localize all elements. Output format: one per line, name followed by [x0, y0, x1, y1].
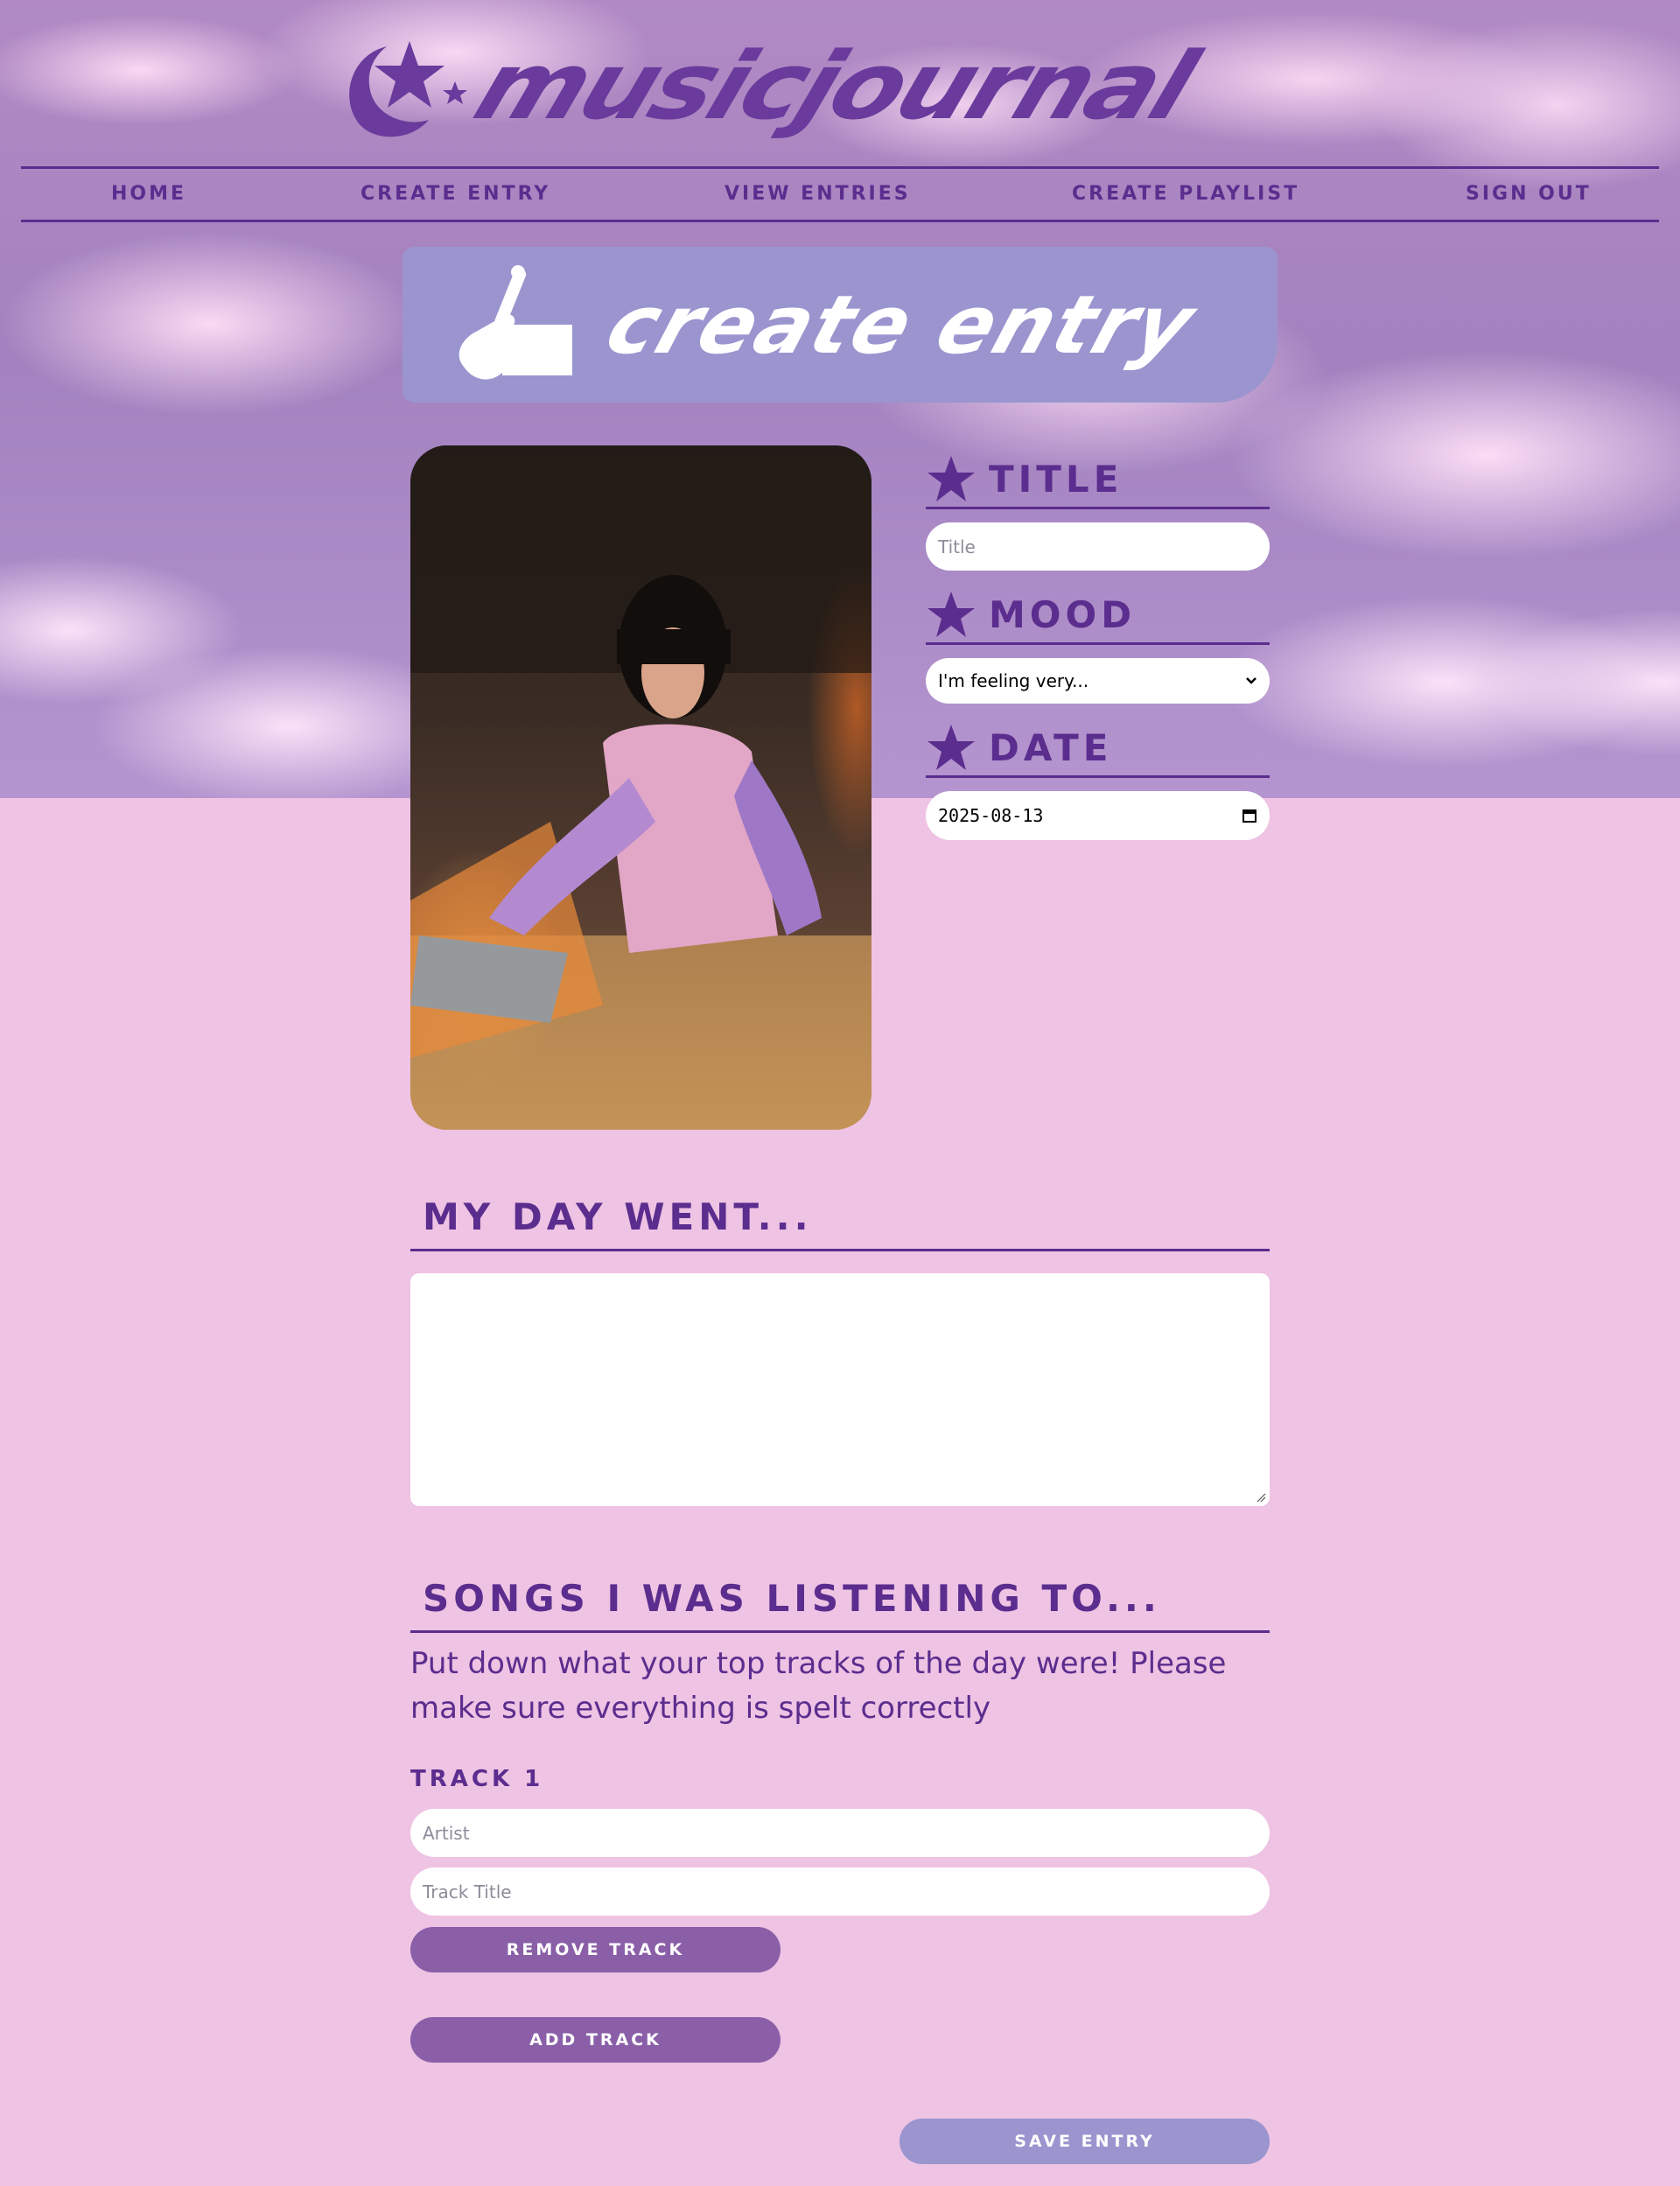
date-value: 2025-08-13: [938, 805, 1044, 826]
photo-illustration: [410, 445, 872, 1130]
star-icon: [928, 455, 975, 501]
main-nav: Home Create Entry View Entries Create Pl…: [21, 166, 1659, 222]
nav-view-entries[interactable]: View Entries: [724, 183, 911, 205]
app-logo[interactable]: musicjournal: [332, 25, 1382, 147]
journal-photo: [410, 445, 872, 1130]
mood-select[interactable]: I'm feeling very...: [926, 658, 1270, 704]
day-label: My day went...: [423, 1195, 813, 1238]
songs-note: Put down what your top tracks of the day…: [410, 1646, 1227, 1726]
mood-selected-value: I'm feeling very...: [938, 670, 1089, 691]
track-title-input[interactable]: Track Title: [410, 1867, 1270, 1916]
title-heading: Title: [926, 452, 1270, 509]
nav-create-entry[interactable]: Create Entry: [360, 183, 550, 205]
nav-home[interactable]: Home: [111, 183, 186, 205]
day-heading: My day went...: [410, 1192, 1270, 1251]
artist-input[interactable]: Artist: [410, 1809, 1270, 1857]
save-entry-button[interactable]: Save Entry: [900, 2119, 1270, 2164]
moon-star-icon: [349, 41, 467, 137]
nav-sign-out[interactable]: Sign Out: [1466, 183, 1592, 205]
date-label: Date: [989, 726, 1113, 769]
date-heading: Date: [926, 720, 1270, 778]
mood-label: Mood: [989, 593, 1137, 636]
page-banner: create entry: [402, 247, 1278, 403]
page-title: create entry: [595, 277, 1208, 372]
star-icon: [928, 724, 975, 770]
mood-heading: Mood: [926, 587, 1270, 645]
title-input[interactable]: Title: [926, 522, 1270, 571]
calendar-icon[interactable]: [1242, 808, 1257, 823]
remove-track-button[interactable]: Remove Track: [410, 1927, 780, 1972]
resize-grip-icon[interactable]: [1256, 1492, 1266, 1503]
track-label: Track 1: [410, 1766, 544, 1792]
songs-heading: Songs I was listening to...: [410, 1573, 1270, 1633]
star-icon: [928, 591, 975, 637]
songs-label: Songs I was listening to...: [423, 1577, 1161, 1620]
nav-create-playlist[interactable]: Create Playlist: [1072, 183, 1299, 205]
chevron-down-icon: [1246, 677, 1256, 684]
logo-text: musicjournal: [461, 31, 1208, 141]
hand-writing-icon: [458, 265, 572, 380]
date-input[interactable]: 2025-08-13: [926, 791, 1270, 840]
add-track-button[interactable]: Add Track: [410, 2017, 780, 2063]
title-label: Title: [989, 458, 1124, 501]
day-textarea[interactable]: [410, 1273, 1270, 1506]
